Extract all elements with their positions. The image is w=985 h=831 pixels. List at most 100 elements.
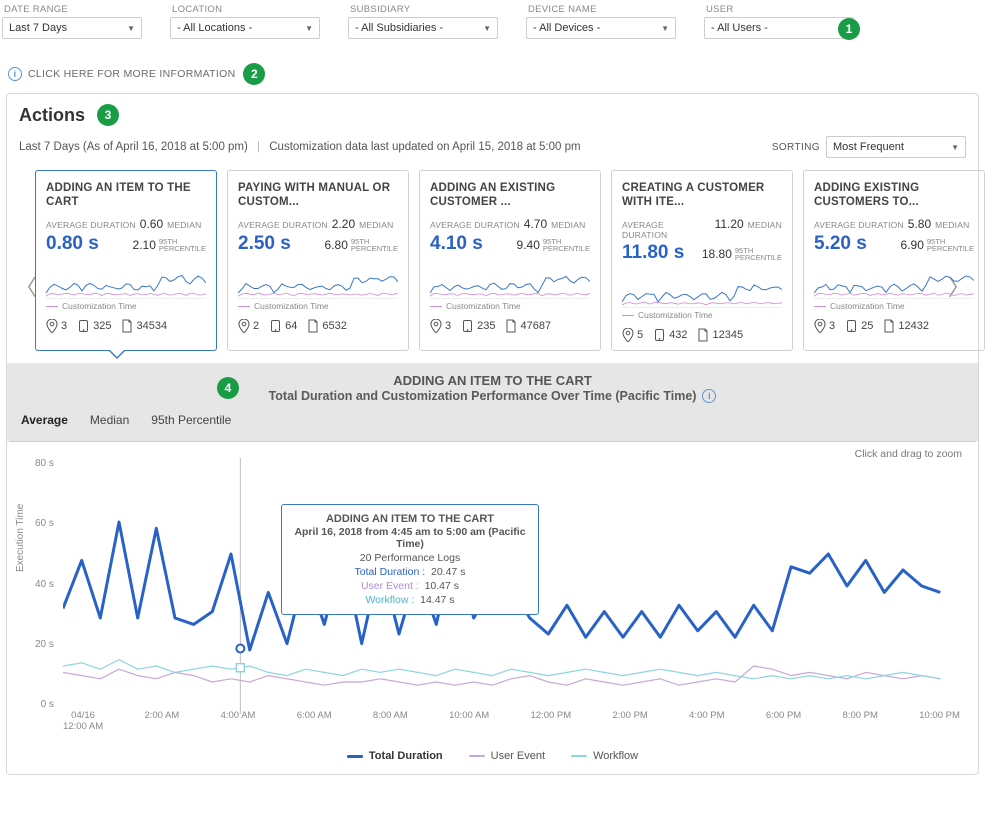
x-tick: 4:00 AM	[221, 710, 256, 732]
tooltip-ue-label: User Event :	[361, 580, 419, 592]
p95-value: 6.80	[325, 238, 348, 252]
filter-select[interactable]: - All Devices - ▼	[526, 17, 676, 39]
filter-value: - All Devices -	[533, 22, 600, 34]
card-title: ADDING AN ITEM TO THE CART	[46, 181, 206, 211]
p95-label: 95THPERCENTILE	[927, 238, 974, 253]
p95-label: 95THPERCENTILE	[351, 238, 398, 253]
chart-tab[interactable]: Average	[21, 413, 68, 427]
tablet-icon: 432	[653, 328, 687, 342]
filter-select[interactable]: Last 7 Days ▼	[2, 17, 142, 39]
filter-select[interactable]: - All Users -▼	[704, 17, 854, 39]
sort-select[interactable]: Most Frequent ▼	[826, 136, 966, 158]
action-card[interactable]: ADDING EXISTING CUSTOMERS TO...AVERAGE D…	[803, 170, 985, 351]
date-range-note: Last 7 Days (As of April 16, 2018 at 5:0…	[19, 141, 248, 153]
filter-select[interactable]: - All Subsidiaries - ▼	[348, 17, 498, 39]
y-axis-ticks: 80 s60 s40 s20 s0 s	[35, 458, 54, 710]
filter-value: Last 7 Days	[9, 22, 67, 34]
document-icon: 12345	[697, 328, 743, 342]
sparkline	[46, 263, 206, 299]
action-card[interactable]: ADDING AN EXISTING CUSTOMER ... AVERAGE D…	[419, 170, 601, 351]
tooltip-total-value: 20.47 s	[431, 566, 465, 578]
more-info-link[interactable]: i CLICK HERE FOR MORE INFORMATION 2	[8, 63, 985, 85]
sort-label: SORTING	[772, 142, 820, 153]
avg-label: AVERAGE DURATION	[430, 220, 520, 230]
document-icon: 6532	[307, 319, 346, 333]
action-carousel: 〈 〉 ADDING AN ITEM TO THE CARTAVERAGE DU…	[7, 170, 978, 363]
avg-value: 4.70	[524, 217, 547, 231]
tooltip-wf-value: 14.47 s	[420, 594, 454, 606]
customization-note: Customization data last updated on April…	[269, 141, 580, 153]
document-icon: 47687	[505, 319, 551, 333]
callout-badge-3: 3	[97, 104, 119, 126]
filter-select[interactable]: - All Locations -▼	[170, 17, 320, 39]
caret-down-icon: ▼	[305, 24, 313, 33]
filter-bar: DATE RANGE Last 7 Days ▼ LOCATION - All Loca…	[0, 0, 985, 43]
tooltip-wf-label: Workflow :	[365, 594, 414, 606]
customization-time-label: Customization Time	[238, 301, 398, 311]
tooltip-ue-value: 10.47 s	[425, 580, 459, 592]
callout-badge-4: 4	[217, 377, 239, 399]
x-tick: 8:00 PM	[843, 710, 878, 732]
tablet-icon: 64	[269, 319, 297, 333]
tablet-icon: 25	[845, 319, 873, 333]
sparkline	[622, 272, 782, 308]
action-card[interactable]: PAYING WITH MANUAL OR CUSTOM...AVERAGE D…	[227, 170, 409, 351]
median-label: MEDIAN	[748, 220, 782, 230]
big-duration: 5.20 s	[814, 233, 867, 255]
caret-down-icon: ▼	[661, 24, 669, 33]
customization-time-label: Customization Time	[430, 301, 590, 311]
avg-value: 5.80	[908, 217, 931, 231]
info-icon[interactable]: i	[702, 389, 716, 403]
median-label: MEDIAN	[167, 220, 201, 230]
tooltip-title: ADDING AN ITEM TO THE CART	[292, 513, 528, 525]
y-tick: 20 s	[35, 639, 54, 650]
chart-tab[interactable]: 95th Percentile	[151, 413, 231, 427]
chart-area[interactable]: Click and drag to zoom Execution Time 80…	[7, 442, 978, 742]
caret-down-icon: ▼	[127, 24, 135, 33]
sparkline	[238, 263, 398, 299]
card-footer: 2 64 6532	[238, 319, 398, 333]
x-tick: 12:00 PM	[531, 710, 572, 732]
legend-item[interactable]: User Event	[469, 750, 545, 762]
filter-value: - All Subsidiaries -	[355, 22, 443, 34]
sort-value: Most Frequent	[833, 141, 904, 153]
chart-tooltip: ADDING AN ITEM TO THE CART April 16, 201…	[281, 504, 539, 615]
tooltip-logs: 20 Performance Logs	[292, 552, 528, 564]
more-info-text: CLICK HERE FOR MORE INFORMATION	[28, 68, 235, 80]
avg-label: AVERAGE DURATION	[46, 220, 136, 230]
card-title: ADDING AN EXISTING CUSTOMER ...	[430, 181, 590, 211]
y-axis-label: Execution Time	[15, 504, 26, 572]
action-card[interactable]: ADDING AN ITEM TO THE CART AVERAGE DURATI…	[35, 170, 217, 351]
legend-item[interactable]: Total Duration	[347, 750, 443, 762]
p95-label: 95THPERCENTILE	[735, 247, 782, 262]
detail-subtitle: Total Duration and Customization Perform…	[269, 389, 697, 403]
detail-header: 4 ADDING AN ITEM TO THE CART Total Durat…	[7, 363, 978, 441]
sort-control: SORTING Most Frequent ▼	[772, 136, 966, 158]
filter-label: USER	[704, 4, 854, 15]
p95-value: 9.40	[517, 238, 540, 252]
card-title: PAYING WITH MANUAL OR CUSTOM...	[238, 181, 398, 211]
tooltip-subtitle: April 16, 2018 from 4:45 am to 5:00 am (…	[292, 526, 528, 550]
x-tick: 04/1612:00 AM	[63, 710, 103, 732]
legend-item[interactable]: Workflow	[571, 750, 638, 762]
big-duration: 11.80 s	[622, 242, 684, 264]
filter-label: DATE RANGE	[2, 4, 142, 15]
carousel-prev-icon[interactable]: 〈	[15, 270, 37, 302]
p95-label: 95THPERCENTILE	[159, 238, 206, 253]
card-footer: 332534534	[46, 319, 206, 333]
filter-label: LOCATION	[170, 4, 320, 15]
median-label: MEDIAN	[551, 220, 585, 230]
chart-tab[interactable]: Median	[90, 413, 129, 427]
x-tick: 6:00 PM	[766, 710, 801, 732]
x-axis-ticks: 04/1612:00 AM2:00 AM4:00 AM6:00 AM8:00 A…	[63, 710, 960, 732]
pin-icon: 2	[238, 319, 259, 333]
action-card[interactable]: CREATING A CUSTOMER WITH ITE...AVERAGE D…	[611, 170, 793, 351]
pin-icon: 3	[814, 319, 835, 333]
avg-value: 11.20	[715, 217, 744, 231]
filter-label: DEVICE NAME	[526, 4, 676, 15]
p95-label: 95THPERCENTILE	[543, 238, 590, 253]
avg-value: 2.20	[332, 217, 355, 231]
y-tick: 40 s	[35, 579, 54, 590]
card-footer: 543212345	[622, 328, 782, 342]
caret-down-icon: ▼	[483, 24, 491, 33]
